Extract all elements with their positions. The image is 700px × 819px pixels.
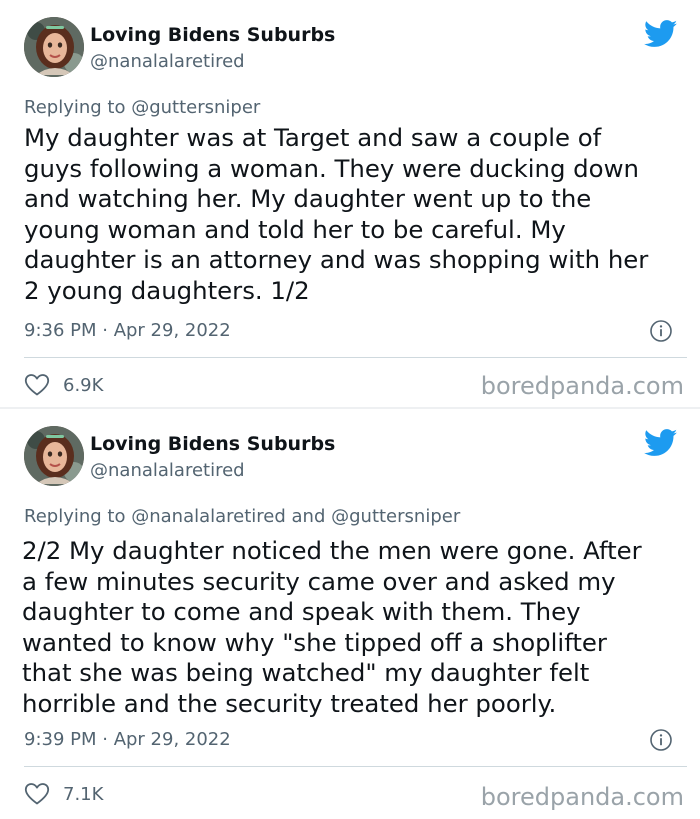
tweet-card-1: Loving Bidens Suburbs @nanalalaretired R…: [0, 0, 700, 409]
reply-context: Replying to @guttersniper: [24, 97, 260, 118]
handle[interactable]: @nanalalaretired: [90, 460, 245, 481]
like-button[interactable]: 6.9K: [24, 372, 103, 398]
display-name[interactable]: Loving Bidens Suburbs: [90, 433, 335, 455]
watermark: boredpanda.com: [480, 783, 684, 811]
reply-context: Replying to @nanalalaretired and @gutter…: [24, 506, 460, 527]
info-icon[interactable]: [649, 319, 673, 343]
avatar[interactable]: [24, 426, 84, 486]
timestamp[interactable]: 9:36 PM · Apr 29, 2022: [24, 320, 231, 341]
action-divider: [24, 357, 687, 358]
action-divider: [24, 766, 687, 767]
like-button[interactable]: 7.1K: [24, 781, 103, 807]
reply-mentions[interactable]: @nanalalaretired and @guttersniper: [131, 506, 460, 527]
twitter-bird-icon[interactable]: [644, 429, 678, 457]
reply-prefix: Replying to: [24, 506, 126, 527]
tweet-text: My daughter was at Target and saw a coup…: [24, 123, 649, 305]
heart-icon: [24, 374, 50, 396]
info-icon[interactable]: [649, 728, 673, 752]
avatar-image: [24, 426, 84, 486]
avatar[interactable]: [24, 17, 84, 77]
reply-mentions[interactable]: @guttersniper: [131, 97, 260, 118]
display-name[interactable]: Loving Bidens Suburbs: [90, 24, 335, 46]
tweet-card-2: Loving Bidens Suburbs @nanalalaretired R…: [0, 409, 700, 819]
like-count: 6.9K: [63, 374, 104, 396]
timestamp[interactable]: 9:39 PM · Apr 29, 2022: [24, 729, 231, 750]
reply-prefix: Replying to: [24, 97, 126, 118]
watermark: boredpanda.com: [480, 372, 684, 400]
avatar-image: [24, 17, 84, 77]
twitter-bird-icon[interactable]: [644, 20, 678, 48]
tweet-text: 2/2 My daughter noticed the men were gon…: [22, 536, 642, 718]
like-count: 7.1K: [63, 783, 104, 805]
heart-icon: [24, 783, 50, 805]
handle[interactable]: @nanalalaretired: [90, 51, 245, 72]
